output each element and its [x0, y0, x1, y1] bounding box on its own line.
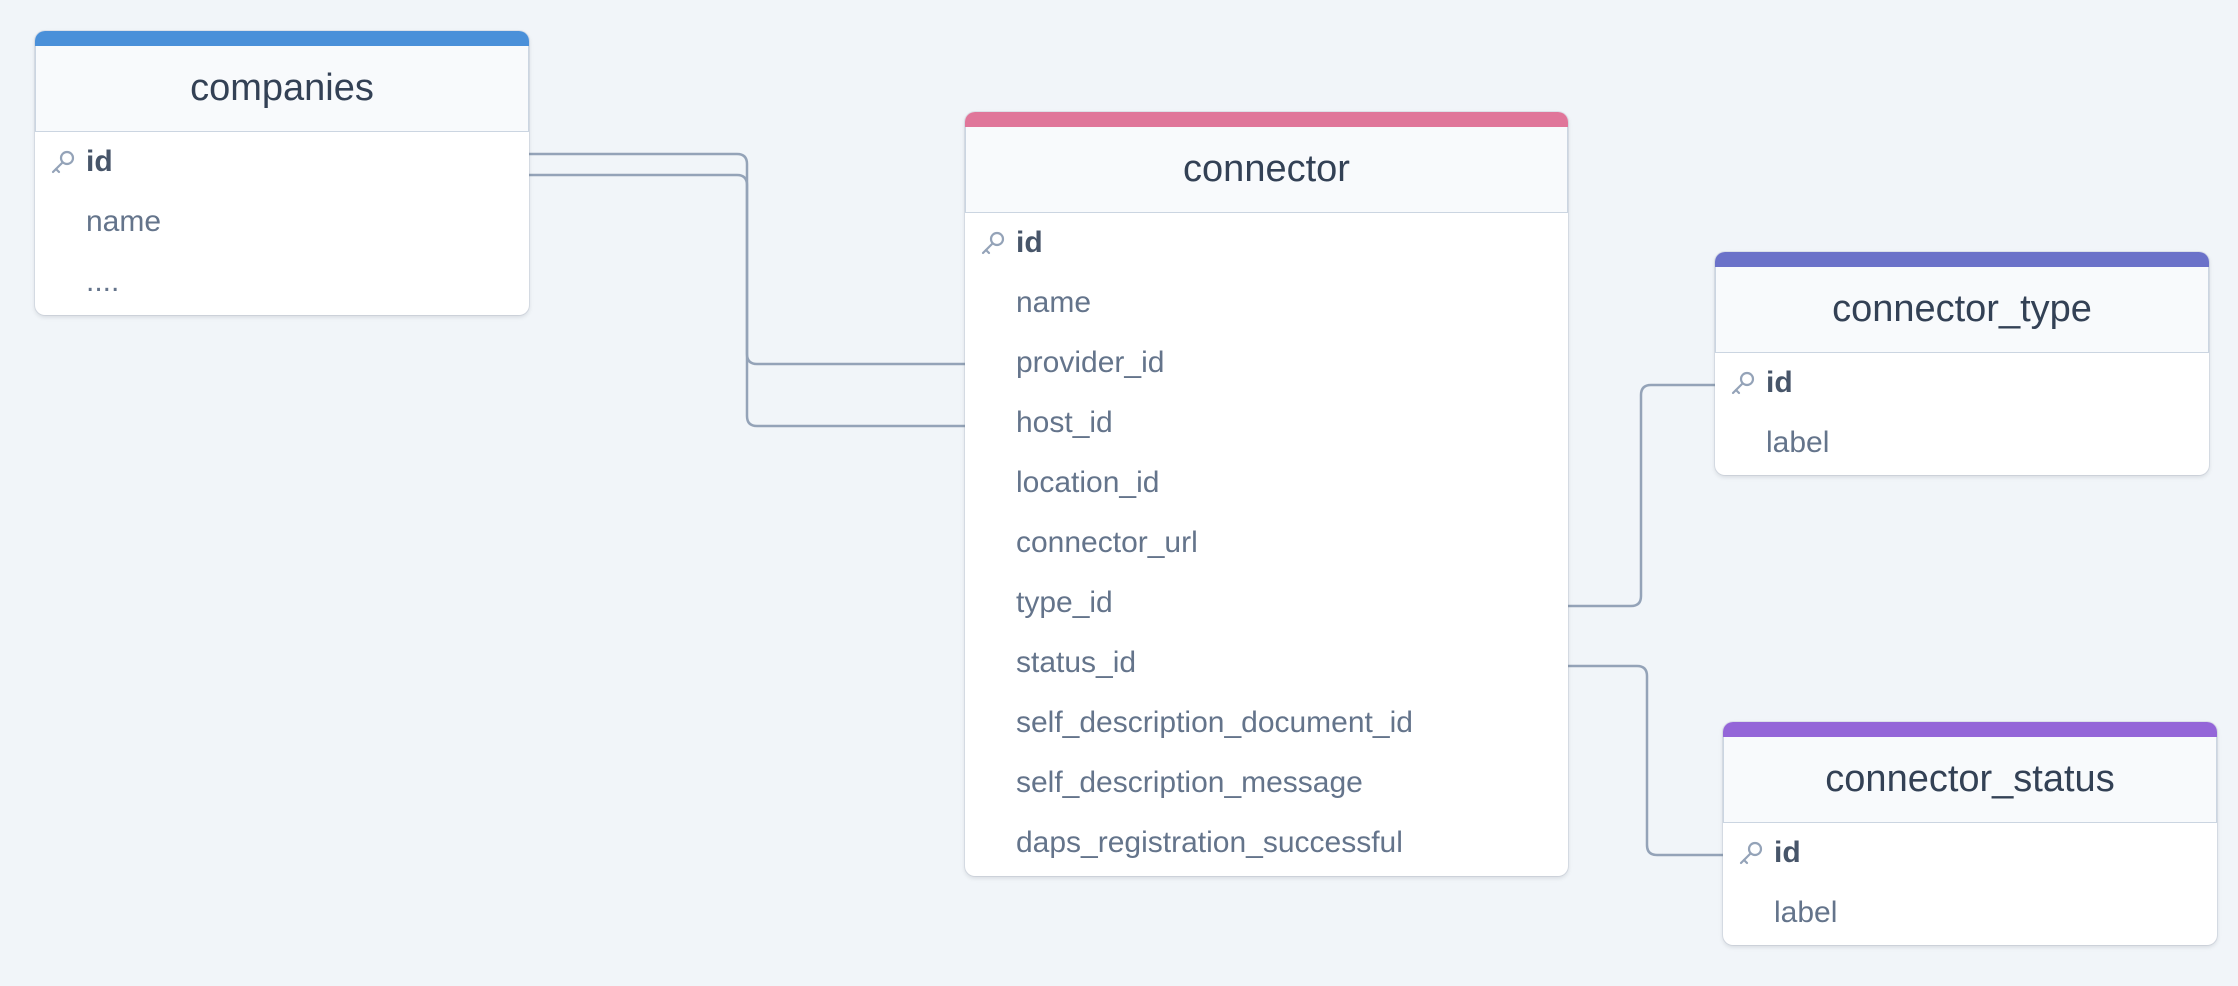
field-label: self_description_message — [1016, 766, 1363, 799]
field-label: type_id — [1016, 586, 1113, 619]
relation-companies-to-host-id — [529, 173, 965, 428]
field-label: connector_url — [1016, 526, 1198, 559]
field-row-label[interactable]: label — [1723, 883, 2217, 943]
key-icon — [51, 150, 75, 174]
table-accent-bar — [965, 112, 1568, 127]
table-connector-status[interactable]: connector_status id label — [1723, 722, 2217, 945]
field-row-id[interactable]: id — [965, 213, 1568, 273]
field-label: label — [1774, 896, 1838, 929]
table-title: companies — [35, 46, 529, 132]
field-row-type-id[interactable]: type_id — [965, 573, 1568, 633]
key-icon — [1739, 841, 1763, 865]
field-row-self-description-document-id[interactable]: self_description_document_id — [965, 693, 1568, 753]
field-label: self_description_document_id — [1016, 706, 1413, 739]
field-row-provider-id[interactable]: provider_id — [965, 333, 1568, 393]
field-label: .... — [86, 265, 120, 298]
field-row-status-id[interactable]: status_id — [965, 633, 1568, 693]
field-row-daps-registration-successful[interactable]: daps_registration_successful — [965, 813, 1568, 873]
field-label: id — [1774, 836, 1801, 869]
field-row-id[interactable]: id — [1715, 353, 2209, 413]
field-row-location-id[interactable]: location_id — [965, 453, 1568, 513]
field-row-name[interactable]: name — [35, 192, 529, 252]
field-label: status_id — [1016, 646, 1137, 679]
field-label: label — [1766, 426, 1830, 459]
field-row-connector-url[interactable]: connector_url — [965, 513, 1568, 573]
field-row-id[interactable]: id — [1723, 823, 2217, 883]
field-label: host_id — [1016, 406, 1113, 439]
field-row-host-id[interactable]: host_id — [965, 393, 1568, 453]
field-label: id — [86, 145, 113, 178]
key-icon — [981, 231, 1005, 255]
relation-type-id-to-connector-type — [1568, 383, 1715, 608]
field-label: id — [1016, 226, 1043, 259]
table-title: connector_status — [1723, 737, 2217, 823]
table-title: connector_type — [1715, 267, 2209, 353]
field-row-more[interactable]: .... — [35, 252, 529, 312]
field-label: name — [1016, 286, 1092, 319]
field-row-name[interactable]: name — [965, 273, 1568, 333]
field-row-label[interactable]: label — [1715, 413, 2209, 473]
table-connector-type[interactable]: connector_type id label — [1715, 252, 2209, 475]
field-label: provider_id — [1016, 346, 1165, 379]
field-row-id[interactable]: id — [35, 132, 529, 192]
field-row-self-description-message[interactable]: self_description_message — [965, 753, 1568, 813]
field-label: location_id — [1016, 466, 1160, 499]
table-companies[interactable]: companies id name .... — [35, 31, 529, 315]
table-accent-bar — [1715, 252, 2209, 267]
field-label: id — [1766, 366, 1793, 399]
field-label: name — [86, 205, 162, 238]
key-icon — [1731, 371, 1755, 395]
table-accent-bar — [35, 31, 529, 46]
table-accent-bar — [1723, 722, 2217, 737]
table-title: connector — [965, 127, 1568, 213]
relation-status-id-to-connector-status — [1568, 664, 1723, 857]
field-label: daps_registration_successful — [1016, 826, 1403, 859]
table-connector[interactable]: connector id name provider_id host_id lo… — [965, 112, 1568, 876]
